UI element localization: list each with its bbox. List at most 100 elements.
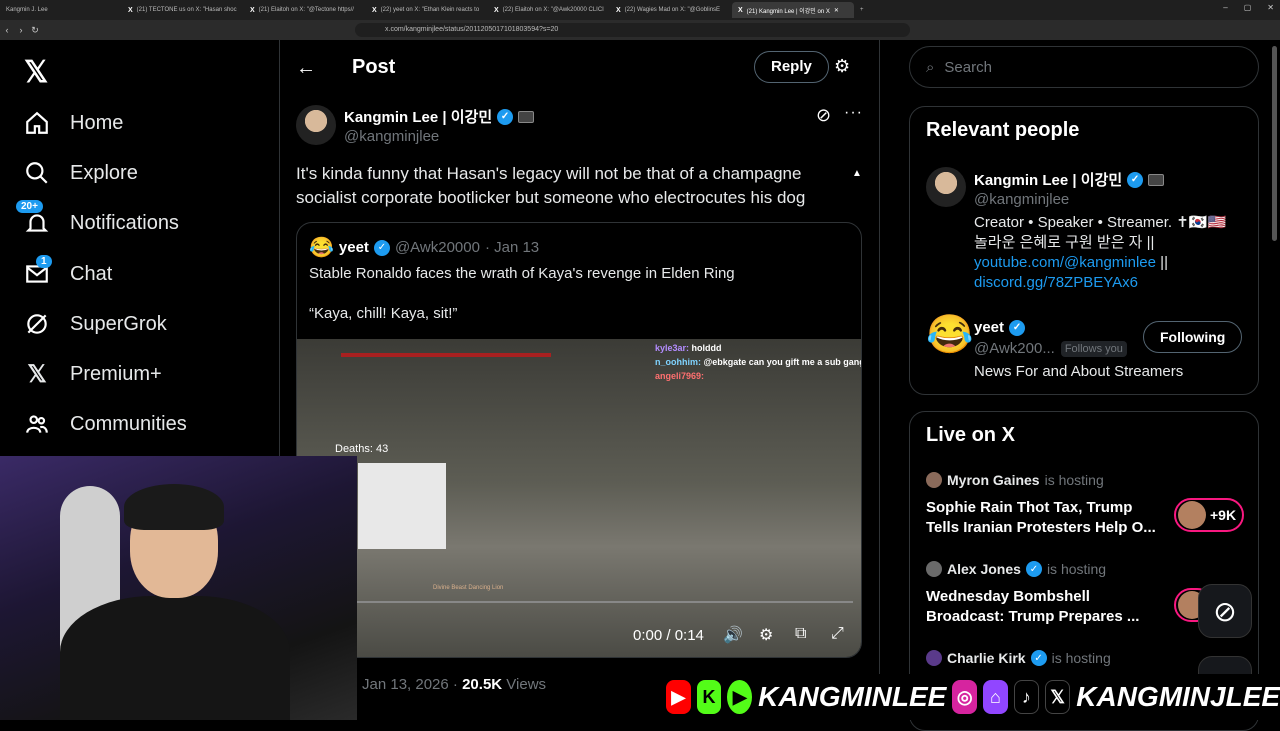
host-name[interactable]: Alex Jones — [947, 561, 1021, 577]
channel-name: KANGMINLEE — [758, 681, 947, 712]
x-icon: 𝕏 — [1045, 680, 1071, 714]
person-name[interactable]: yeet ✓ — [974, 319, 1026, 336]
person-name-text: Kangmin Lee | 이강민 — [974, 172, 1123, 189]
nav-item-premium[interactable]: 𝕏 Premium+ — [24, 354, 161, 394]
quote-avatar: 😂 — [309, 237, 334, 259]
close-tab-icon[interactable]: ✕ — [834, 7, 839, 14]
quote-author-name: yeet — [338, 239, 369, 256]
video-progress-bar[interactable] — [307, 601, 853, 603]
forward-icon[interactable]: › — [14, 25, 28, 35]
pip-icon[interactable]: ⧉ — [795, 625, 806, 643]
nav-item-communities[interactable]: Communities — [24, 404, 187, 444]
avatar — [1178, 501, 1206, 529]
reply-button[interactable]: Reply — [754, 51, 829, 83]
person-handle[interactable]: @kangminjlee — [974, 191, 1069, 208]
browser-tab[interactable]: X (21) TECTONE us on X: "Hasan shoc — [122, 2, 244, 18]
grok-icon: ⊘ — [1213, 595, 1237, 627]
bio-line: Creator • Speaker • Streamer. ✝🇰🇷🇺🇸 — [974, 214, 1227, 231]
quote-date: · Jan 13 — [484, 239, 540, 256]
author-name[interactable]: Kangmin Lee | 이강민 ✓ — [344, 106, 535, 127]
bio-separator: || — [1156, 254, 1168, 271]
host-name[interactable]: Myron Gaines — [947, 472, 1040, 488]
nav-label: SuperGrok — [70, 312, 167, 335]
maximize-icon[interactable]: ▢ — [1244, 3, 1252, 12]
avatar[interactable]: 😂 — [926, 315, 973, 355]
hosting-label: is hosting — [1046, 561, 1107, 577]
live-host-row: Alex Jones ✓ is hosting — [926, 561, 1106, 577]
live-host-row: Charlie Kirk ✓ is hosting — [926, 650, 1111, 666]
post-meta: Jan 13, 2026 · 20.5K Views — [362, 676, 547, 693]
new-tab-button[interactable]: + — [854, 2, 874, 18]
reload-icon[interactable]: ↻ — [28, 25, 42, 36]
browser-tab[interactable]: X (21) Elaitoh on X: "@Tectone https// — [244, 2, 366, 18]
close-window-icon[interactable]: ✕ — [1267, 3, 1274, 12]
streamer-body — [60, 596, 290, 720]
nav-label: Explore — [70, 161, 138, 184]
host-name[interactable]: Charlie Kirk — [947, 650, 1026, 666]
social-banner: ▶ K ▶ KANGMINLEE ◎ ⌂ ♪ 𝕏 KANGMINJLEE — [660, 674, 1280, 720]
nav-label: Chat — [70, 262, 113, 285]
quote-text-line: Stable Ronaldo faces the wrath of Kaya's… — [309, 265, 735, 282]
nav-item-notifications[interactable]: 20+ Notifications — [16, 200, 179, 243]
fullscreen-icon[interactable]: ⤢ — [831, 625, 844, 643]
back-icon[interactable]: ‹ — [0, 25, 14, 35]
post-date[interactable]: Jan 13, 2026 — [362, 676, 449, 693]
bio-link[interactable]: discord.gg/78ZPBEYAx6 — [974, 273, 1244, 293]
volume-icon[interactable]: 🔊 — [723, 625, 743, 645]
address-bar: ‹ › ↻ x.com/kangminjlee/status/201120501… — [0, 20, 1280, 40]
chat-badge: 1 — [36, 255, 52, 268]
live-host-row: Myron Gaines is hosting — [926, 472, 1104, 488]
live-listeners-pill[interactable]: +9K — [1174, 498, 1245, 532]
x-logo-icon: X — [250, 6, 255, 14]
nav-item-chat[interactable]: 1 Chat — [24, 254, 112, 294]
background-monitor — [358, 463, 446, 549]
more-options-icon[interactable]: ··· — [844, 104, 863, 122]
live-title[interactable]: Sophie Rain Thot Tax, Trump Tells Irania… — [926, 498, 1166, 538]
sliders-icon[interactable]: ⚙ — [834, 56, 850, 77]
grok-floating-button[interactable]: ⊘ — [1198, 584, 1252, 638]
nav-item-home[interactable]: Home — [24, 103, 123, 143]
browser-tab[interactable]: X (22) Elaitoh on X: "@Awk20000 CLICI — [488, 2, 610, 18]
back-arrow-icon[interactable]: ← — [296, 57, 316, 80]
verified-badge-icon: ✓ — [1009, 319, 1026, 336]
live-title[interactable]: Wednesday Bombshell Broadcast: Trump Pre… — [926, 587, 1166, 627]
browser-tab[interactable]: Kangmin J. Lee — [0, 2, 122, 18]
nav-item-supergrok[interactable]: SuperGrok — [24, 304, 167, 344]
minimize-icon[interactable]: – — [1223, 3, 1227, 12]
grok-icon[interactable]: ⊘ — [816, 105, 831, 126]
browser-tab[interactable]: X (22) yeet on X: "Ethan Klein reacts to — [366, 2, 488, 18]
quoted-tweet[interactable]: 😂 yeet ✓ @Awk20000 · Jan 13 Stable Ronal… — [296, 222, 862, 658]
rumble-icon: ▶ — [727, 680, 753, 714]
instagram-icon: ◎ — [952, 680, 978, 714]
tab-label: (22) yeet on X: "Ethan Klein reacts to — [380, 7, 480, 13]
person-handle[interactable]: @Awk200... — [974, 340, 1055, 357]
scrollbar[interactable] — [1272, 46, 1277, 241]
person-name[interactable]: Kangmin Lee | 이강민 ✓ — [974, 169, 1165, 190]
tab-label: (22) Wagies Mad on X: "@GoblinsE — [624, 7, 721, 13]
video-time: 0:00 / 0:14 — [633, 627, 704, 644]
bio-link[interactable]: youtube.com/@kangminlee — [974, 254, 1156, 271]
post-column: ← Post Reply ⚙ Kangmin Lee | 이강민 ✓ @kang… — [280, 40, 880, 720]
x-logo-icon[interactable]: 𝕏 — [24, 55, 48, 90]
follows-you-badge: Follows you — [1060, 340, 1127, 357]
following-button[interactable]: Following — [1143, 321, 1243, 353]
nav-item-explore[interactable]: Explore — [24, 153, 138, 193]
person-bio: Creator • Speaker • Streamer. ✝🇰🇷🇺🇸 놀라운 … — [974, 213, 1244, 293]
author-handle[interactable]: @kangminjlee — [344, 128, 439, 145]
avatar[interactable] — [926, 167, 966, 207]
search-placeholder: Search — [944, 58, 992, 76]
verified-badge-icon: ✓ — [1025, 561, 1042, 577]
avatar[interactable] — [296, 105, 336, 145]
browser-tab[interactable]: X (22) Wagies Mad on X: "@GoblinsE — [610, 2, 732, 18]
search-input[interactable]: ⌕ Search — [909, 46, 1259, 88]
settings-icon[interactable]: ⚙ — [759, 625, 773, 645]
people-icon — [24, 411, 50, 437]
views-label: Views — [506, 676, 547, 693]
url-field[interactable]: x.com/kangminjlee/status/201120501710180… — [355, 23, 910, 37]
browser-tab-active[interactable]: X (21) Kangmin Lee | 이강민 on X ✕ — [732, 2, 854, 18]
stream-chat-overlay: kyle3ar: holddd n_oohhim: @ebkgate can y… — [655, 341, 862, 383]
channel-name: KANGMINJLEE — [1076, 681, 1280, 712]
chat-msg: @ebkgate can you gift me a sub gang — [701, 357, 862, 367]
chat-msg: holddd — [689, 343, 722, 353]
chat-line: angeli7969: — [655, 369, 861, 383]
